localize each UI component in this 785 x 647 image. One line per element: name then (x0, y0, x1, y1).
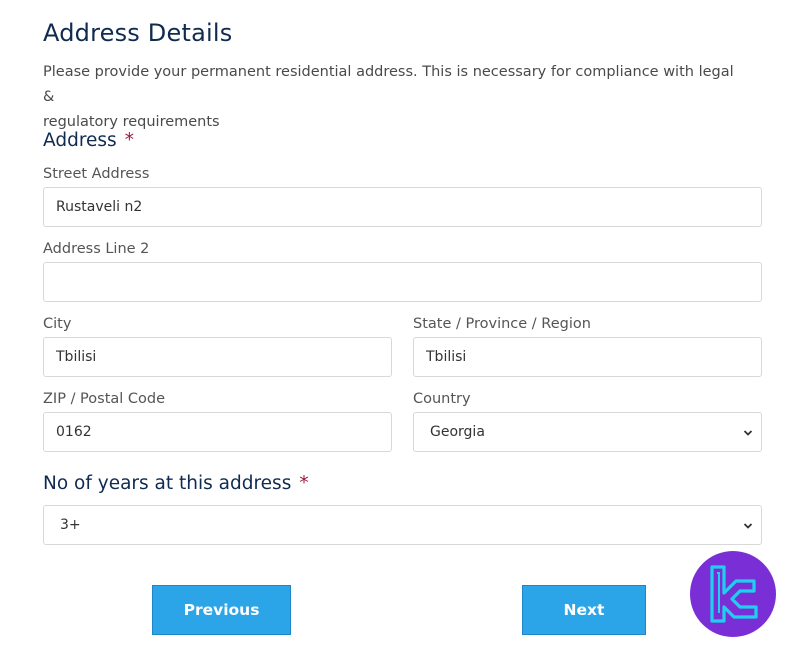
required-marker: * (124, 130, 134, 151)
years-label-text: No of years at this address (43, 473, 292, 494)
street-address-input[interactable] (43, 187, 762, 227)
country-select-value: Georgia (430, 424, 485, 440)
address-line-2-input[interactable] (43, 262, 762, 302)
page-title: Address Details (43, 19, 233, 47)
years-select-value: 3+ (60, 517, 81, 533)
address-section-label: Address * (43, 130, 134, 151)
intro-line-2: regulatory requirements (43, 114, 220, 130)
address-line-2-label: Address Line 2 (43, 241, 150, 257)
city-label: City (43, 316, 72, 332)
state-input[interactable] (413, 337, 762, 377)
zip-input[interactable] (43, 412, 392, 452)
street-address-label: Street Address (43, 166, 150, 182)
chevron-down-icon (743, 430, 753, 436)
chevron-down-icon (743, 523, 753, 529)
next-button[interactable]: Next (522, 585, 646, 635)
country-label: Country (413, 391, 471, 407)
required-marker: * (299, 473, 309, 494)
state-label: State / Province / Region (413, 316, 591, 332)
intro-line-1: Please provide your permanent residentia… (43, 64, 734, 105)
intro-text: Please provide your permanent residentia… (43, 60, 743, 135)
country-select[interactable]: Georgia (413, 412, 762, 452)
years-section-label: No of years at this address * (43, 473, 309, 494)
years-select[interactable]: 3+ (43, 505, 762, 545)
address-label-text: Address (43, 130, 117, 151)
zip-label: ZIP / Postal Code (43, 391, 166, 407)
brand-logo (690, 551, 776, 637)
previous-button[interactable]: Previous (152, 585, 291, 635)
logo-mark-icon (710, 565, 758, 623)
city-input[interactable] (43, 337, 392, 377)
